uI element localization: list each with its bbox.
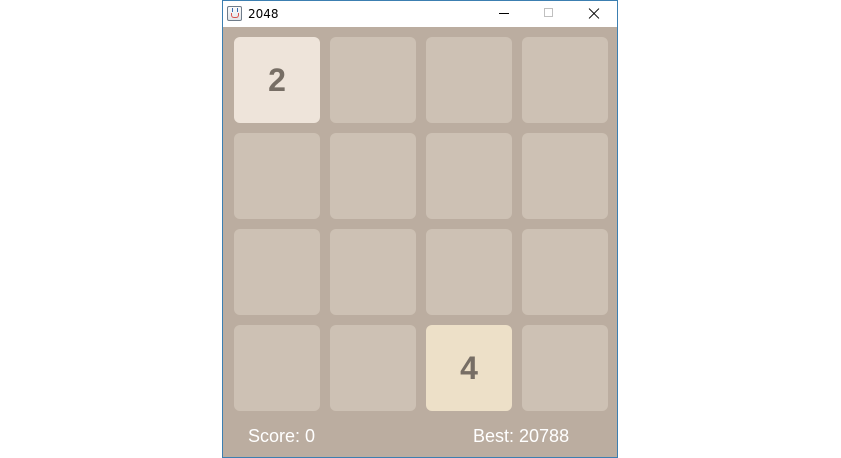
tile-0-3 (522, 37, 608, 123)
minimize-button[interactable] (481, 1, 527, 27)
score-label: Score: 0 (248, 426, 316, 446)
java-cup-icon[interactable] (227, 6, 242, 21)
tile-3-0 (234, 325, 320, 411)
tile-2-1 (330, 229, 416, 315)
title-bar[interactable]: 2048 (223, 1, 617, 27)
game-board[interactable]: 2 4 (223, 27, 617, 421)
tile-2-2 (426, 229, 512, 315)
tile-0-0: 2 (234, 37, 320, 123)
close-button[interactable] (571, 1, 617, 27)
window-title: 2048 (248, 7, 279, 21)
tile-2-0 (234, 229, 320, 315)
tile-2-3 (522, 229, 608, 315)
tile-3-3 (522, 325, 608, 411)
tile-3-1 (330, 325, 416, 411)
tile-0-2 (426, 37, 512, 123)
tile-1-0 (234, 133, 320, 219)
tile-1-3 (522, 133, 608, 219)
tile-1-1 (330, 133, 416, 219)
best-score-label: Best: 20788 (473, 426, 570, 446)
tile-3-2: 4 (426, 325, 512, 411)
tile-1-2 (426, 133, 512, 219)
maximize-button[interactable] (526, 1, 572, 27)
score-footer: Score: 0 Best: 20788 (223, 421, 617, 457)
tile-0-1 (330, 37, 416, 123)
game-window: 2048 2 4 Score: 0 Best: 20788 (222, 0, 618, 458)
